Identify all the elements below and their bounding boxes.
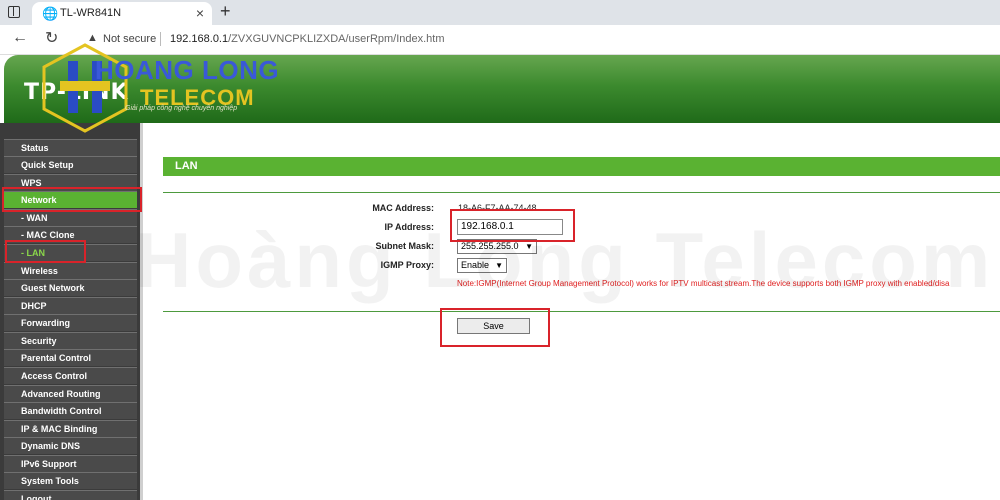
top-divider	[163, 192, 1000, 193]
sidebar-item-wireless[interactable]: Wireless	[4, 262, 137, 279]
watermark-tagline: Giải pháp công nghệ chuyên nghiệp	[125, 105, 238, 112]
sidebar-item-parental-control[interactable]: Parental Control	[4, 349, 137, 366]
sidebar-item-ip-mac-binding[interactable]: IP & MAC Binding	[4, 420, 137, 437]
content-edge	[140, 123, 143, 500]
sidebar-item-access-control[interactable]: Access Control	[4, 367, 137, 384]
address-bar: ← ↻ ▲ Not secure 192.168.0.1/ZVXGUVNCPKL…	[0, 25, 1000, 55]
url-field[interactable]: 192.168.0.1/ZVXGUVNCPKLIZXDA/userRpm/Ind…	[170, 33, 445, 45]
browser-tab-bar: 🌐 TL-WR841N × +	[0, 0, 1000, 25]
back-arrow-icon[interactable]: ←	[12, 29, 28, 47]
sidebar-item-dhcp[interactable]: DHCP	[4, 297, 137, 314]
close-tab-icon[interactable]: ×	[196, 5, 204, 21]
sidebar-item-guest-network[interactable]: Guest Network	[4, 279, 137, 296]
url-path: /ZVXGUVNCPKLIZXDA/userRpm/Index.htm	[228, 33, 445, 45]
new-tab-icon[interactable]: +	[220, 1, 231, 22]
globe-icon: 🌐	[42, 6, 59, 21]
sidebar-item-ipv6-support[interactable]: IPv6 Support	[4, 455, 137, 472]
tab-title: TL-WR841N	[60, 7, 122, 19]
section-title-bar: LAN	[163, 157, 1000, 176]
sidebar-item-status[interactable]: Status	[4, 139, 137, 156]
highlight-ip-address	[450, 209, 575, 242]
highlight-save	[440, 308, 550, 347]
url-host: 192.168.0.1	[170, 33, 229, 45]
sidebar-item-system-tools[interactable]: System Tools	[4, 472, 137, 489]
sidebar-item-advanced-routing[interactable]: Advanced Routing	[4, 385, 137, 402]
sidebar-item-logout[interactable]: Logout	[4, 490, 137, 500]
highlight-network	[2, 187, 142, 212]
watermark-brand-line1: HOANG LONG	[95, 55, 280, 85]
sidebar-item-dynamic-dns[interactable]: Dynamic DNS	[4, 437, 137, 454]
highlight-lan	[5, 240, 86, 263]
bottom-divider	[163, 311, 1000, 312]
sidebar-item-quick-setup[interactable]: Quick Setup	[4, 156, 137, 173]
address-separator	[160, 32, 161, 46]
sidebar-item-security[interactable]: Security	[4, 332, 137, 349]
sidebar-item-bandwidth-control[interactable]: Bandwidth Control	[4, 402, 137, 419]
window-menu-icon[interactable]	[8, 6, 20, 18]
browser-tab[interactable]: 🌐 TL-WR841N ×	[32, 2, 212, 25]
mac-address-label: MAC Address:	[372, 203, 434, 213]
sidebar-item-forwarding[interactable]: Forwarding	[4, 314, 137, 331]
